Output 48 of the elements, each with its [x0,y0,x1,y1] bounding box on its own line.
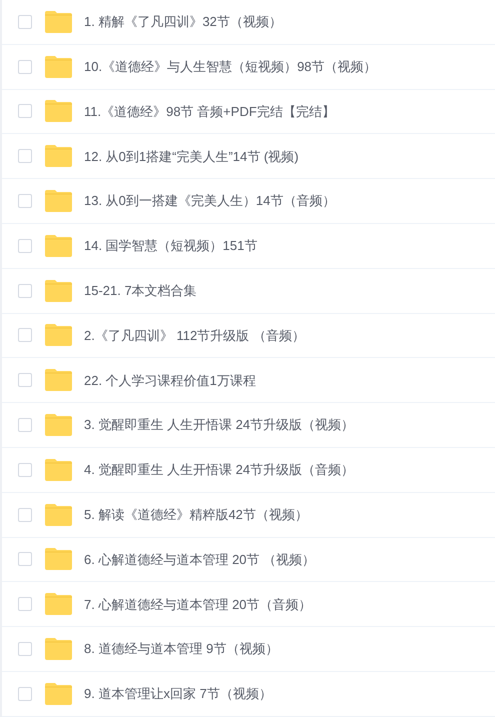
checkbox[interactable] [18,552,32,566]
folder-name[interactable]: 15-21. 7本文档合集 [84,280,197,300]
folder-name[interactable]: 13. 从0到一搭建《完美人生）14节（音频） [84,191,336,211]
folder-icon [45,414,72,436]
folder-name[interactable]: 2.《了凡四训》 112节升级版 （音频） [84,326,305,346]
checkbox[interactable] [18,104,32,118]
checkbox[interactable] [18,597,32,612]
folder-name[interactable]: 22. 个人学习课程价值1万课程 [84,370,256,390]
folder-icon [45,638,72,660]
folder-name[interactable]: 1. 精解《了凡四训》32节（视频） [84,12,282,32]
checkbox[interactable] [18,238,32,253]
checkbox[interactable] [18,14,32,29]
folder-icon [45,280,72,302]
folder-icon [45,56,72,78]
folder-icon [45,324,72,346]
folder-icon [45,593,72,616]
checkbox[interactable] [18,508,32,522]
folder-icon [45,504,72,526]
checkbox[interactable] [18,60,32,74]
folder-name[interactable]: 3. 觉醒即重生 人生开悟课 24节升级版（视频） [84,415,354,435]
folder-icon [45,10,72,33]
checkbox[interactable] [18,284,32,298]
checkbox[interactable] [18,328,32,342]
checkbox[interactable] [18,373,32,388]
folder-name[interactable]: 14. 国学智慧（短视频）151节 [84,236,258,256]
checkbox[interactable] [18,149,32,164]
checkbox[interactable] [18,194,32,208]
checkbox[interactable] [18,418,32,432]
folder-icon [45,369,72,392]
checkbox[interactable] [18,642,32,656]
folder-name[interactable]: 7. 心解道德经与道本管理 20节（音频） [84,594,312,614]
folder-name[interactable]: 11.《道德经》98节 音频+PDF完结【完结】 [84,102,335,122]
folder-name[interactable]: 9. 道本管理让x回家 7节（视频） [84,684,272,704]
folder-name[interactable]: 6. 心解道德经与道本管理 20节 （视频） [84,550,316,570]
folder-icon [45,100,72,122]
folder-icon [45,682,72,705]
folder-icon [45,190,72,212]
folder-name[interactable]: 8. 道德经与道本管理 9节（视频） [84,639,278,659]
folder-icon [45,548,72,570]
folder-name[interactable]: 5. 解读《道德经》精粹版42节（视频） [84,504,308,524]
folder-icon [45,458,72,481]
folder-name[interactable]: 10.《道德经》与人生智慧（短视频）98节（视频） [84,56,377,76]
folder-name[interactable]: 4. 觉醒即重生 人生开悟课 24节升级版（音频） [84,460,354,480]
folder-icon [45,234,72,257]
checkbox[interactable] [18,686,32,701]
folder-icon [45,145,72,168]
folder-name[interactable]: 12. 从0到1搭建“完美人生”14节 (视频) [84,146,299,166]
checkbox[interactable] [18,462,32,477]
